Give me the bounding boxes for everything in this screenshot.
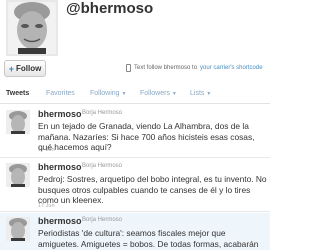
avatar-portrait-image: [6, 110, 30, 134]
tweet-fullname: Borja Hermoso: [82, 110, 123, 116]
tab-favorites-label: Favorites: [46, 90, 75, 97]
tweet-date[interactable]: 17 Jun: [38, 203, 55, 209]
avatar-portrait-image: [6, 163, 30, 187]
tab-lists-label: Lists: [190, 90, 205, 97]
tweet-text: Pedroj: Sostres, arquetipo del bobo inte…: [38, 174, 267, 205]
tweet-date[interactable]: 17 Jun: [38, 147, 55, 153]
tweet-avatar[interactable]: [6, 163, 30, 187]
profile-header: @bhermoso: [0, 0, 270, 58]
tweet-username[interactable]: bhermoso: [38, 109, 82, 119]
tweet-text: En un tejado de Granada, viendo La Alham…: [38, 121, 255, 152]
tab-followers-label: Followers: [140, 90, 170, 97]
profile-actions: + Follow Text follow bhermoso to your ca…: [0, 58, 270, 78]
sms-shortcode-link[interactable]: your carrier's shortcode: [200, 65, 263, 71]
follow-label: Follow: [15, 64, 42, 73]
tweet-username[interactable]: bhermoso: [38, 216, 82, 226]
tweet-avatar[interactable]: [6, 110, 30, 134]
follow-button[interactable]: + Follow: [4, 60, 46, 77]
profile-tabs: Tweets Favorites Following ▼ Followers ▼…: [0, 86, 270, 104]
tab-following[interactable]: Following ▼: [90, 90, 126, 97]
avatar-portrait-image: [6, 217, 30, 241]
sms-prefix: Text follow bhermoso to: [134, 65, 198, 71]
tweet-item[interactable]: bhermoso Borja Hermoso Pedroj: Sostres, …: [0, 159, 270, 212]
sms-follow-note: Text follow bhermoso to your carrier's s…: [126, 64, 263, 72]
chevron-down-icon: ▼: [206, 91, 212, 97]
profile-avatar[interactable]: [6, 0, 58, 56]
tweet-text: Periodistas 'de cultura': seamos fiscale…: [38, 228, 259, 250]
profile-handle: @bhermoso: [66, 0, 154, 17]
tweet-item[interactable]: bhermoso Borja Hermoso Periodistas 'de c…: [0, 213, 270, 250]
tab-lists[interactable]: Lists ▼: [190, 90, 211, 97]
chevron-down-icon: ▼: [171, 91, 177, 97]
tweet-username[interactable]: bhermoso: [38, 162, 82, 172]
tweet-item[interactable]: bhermoso Borja Hermoso En un tejado de G…: [0, 106, 270, 158]
tweet-fullname: Borja Hermoso: [82, 217, 123, 223]
tab-tweets[interactable]: Tweets: [6, 90, 29, 97]
tab-favorites[interactable]: Favorites: [46, 90, 75, 97]
tab-following-label: Following: [90, 90, 120, 97]
phone-icon: [126, 64, 131, 72]
avatar-portrait-image: [8, 2, 56, 54]
plus-icon: +: [8, 63, 14, 74]
tweet-avatar[interactable]: [6, 217, 30, 241]
tweet-fullname: Borja Hermoso: [82, 163, 123, 169]
chevron-down-icon: ▼: [121, 91, 127, 97]
tab-followers[interactable]: Followers ▼: [140, 90, 177, 97]
